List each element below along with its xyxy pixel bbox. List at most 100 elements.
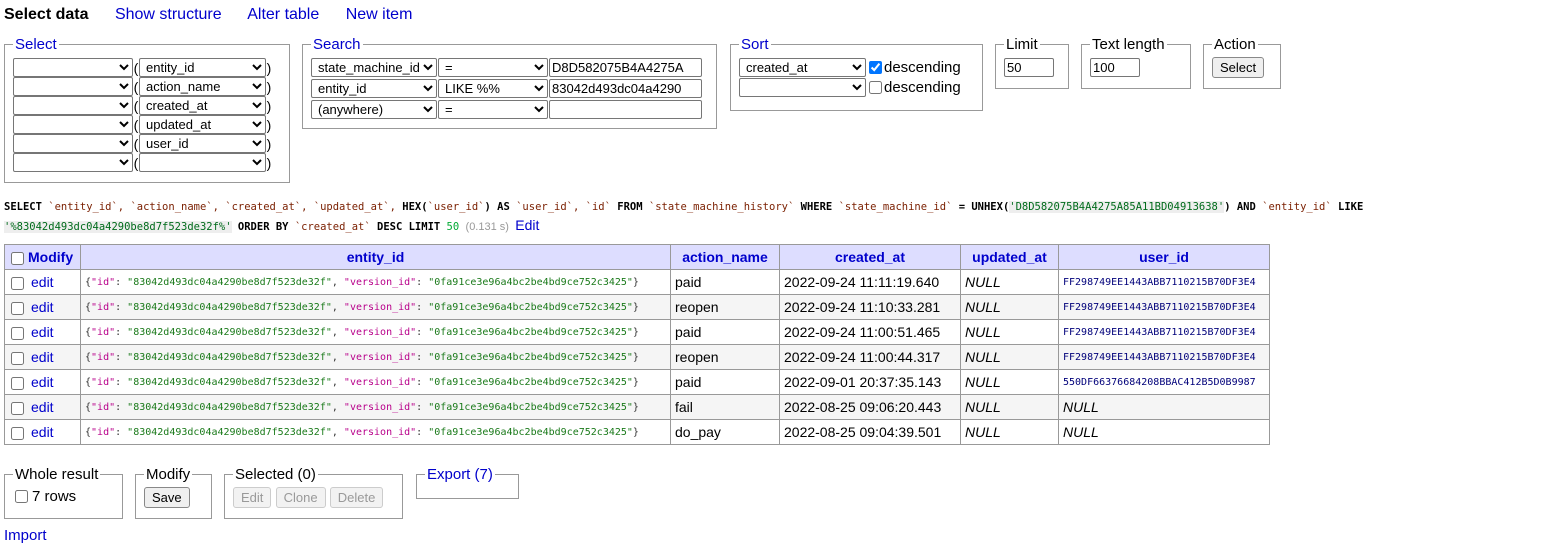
select-row: (entity_id): [13, 58, 281, 77]
sort-column[interactable]: created_at: [739, 58, 866, 77]
row-checkbox[interactable]: [11, 301, 24, 315]
json-punct: :: [416, 426, 429, 438]
clone-selected-button: Clone: [275, 487, 326, 508]
search-value-input[interactable]: [549, 79, 702, 98]
select-column[interactable]: user_id: [139, 134, 266, 153]
menu-new-item[interactable]: New item: [346, 6, 413, 23]
row-edit-link[interactable]: edit: [31, 324, 54, 340]
search-row: (anywhere) =: [311, 100, 708, 119]
json-punct: :: [416, 276, 429, 288]
sql-part: 'D8D582075B4A4275A85A11BD04913638': [1009, 201, 1225, 213]
row-edit-link[interactable]: edit: [31, 299, 54, 315]
select-column[interactable]: [139, 153, 266, 172]
search-operator[interactable]: =: [438, 100, 548, 119]
sql-part: ) AND: [1224, 201, 1256, 213]
close-paren: ): [266, 97, 272, 114]
json-punct: }: [632, 301, 639, 313]
json-key: "id": [91, 351, 116, 363]
row-checkbox[interactable]: [11, 401, 24, 415]
header-entity-id[interactable]: entity_id: [80, 244, 671, 270]
close-paren: ): [266, 135, 272, 152]
row-checkbox[interactable]: [11, 351, 24, 365]
select-column[interactable]: entity_id: [139, 58, 266, 77]
menu-show-structure[interactable]: Show structure: [115, 6, 222, 23]
header-created-at[interactable]: created_at: [779, 244, 961, 270]
sql-part: `state_machine_id`: [838, 201, 953, 213]
created-at-cell: 2022-08-25 09:06:20.443: [779, 394, 961, 420]
menu-alter-table[interactable]: Alter table: [247, 6, 319, 23]
entity-id-cell: {"id": "83042d493dc04a4290be8d7f523de32f…: [80, 394, 671, 420]
row-edit-link[interactable]: edit: [31, 374, 54, 390]
close-paren: ): [266, 154, 272, 171]
header-action-name[interactable]: action_name: [670, 244, 780, 270]
search-legend[interactable]: Search: [311, 37, 363, 52]
select-button[interactable]: Select: [1212, 57, 1265, 78]
json-punct: :: [115, 426, 128, 438]
table-header-row: Modify entity_id action_name created_at …: [4, 244, 1270, 270]
header-updated-at[interactable]: updated_at: [960, 244, 1059, 270]
select-function[interactable]: [13, 115, 133, 134]
created-at-cell: 2022-09-24 11:10:33.281: [779, 294, 961, 320]
select-function[interactable]: [13, 58, 133, 77]
row-checkbox[interactable]: [11, 426, 24, 440]
selected-fieldset: Selected (0) Edit Clone Delete: [224, 467, 403, 519]
json-key: "id": [91, 326, 116, 338]
import-link[interactable]: Import: [4, 527, 47, 544]
json-punct: }: [632, 351, 639, 363]
header-user-id[interactable]: user_id: [1058, 244, 1270, 270]
json-key: "id": [91, 401, 116, 413]
json-key: "id": [91, 301, 116, 313]
export-legend[interactable]: Export (7): [425, 467, 495, 482]
menu-select-data: Select data: [4, 6, 89, 23]
search-operator[interactable]: LIKE %%: [438, 79, 548, 98]
row-checkbox[interactable]: [11, 276, 24, 290]
search-value-input[interactable]: [549, 100, 702, 119]
select-column[interactable]: action_name: [139, 77, 266, 96]
select-function[interactable]: [13, 96, 133, 115]
select-function[interactable]: [13, 153, 133, 172]
json-key: "version_id": [343, 351, 417, 363]
row-edit-link[interactable]: edit: [31, 349, 54, 365]
updated-at-cell: NULL: [960, 319, 1059, 345]
row-edit-link[interactable]: edit: [31, 274, 54, 290]
search-column[interactable]: entity_id: [311, 79, 437, 98]
sql-part: LIKE: [1338, 201, 1364, 213]
limit-input[interactable]: [1004, 58, 1054, 77]
select-function[interactable]: [13, 77, 133, 96]
row-edit-link[interactable]: edit: [31, 399, 54, 415]
search-column[interactable]: (anywhere): [311, 100, 437, 119]
all-rows-label[interactable]: 7 rows: [13, 488, 114, 505]
json-punct: ,: [331, 276, 344, 288]
row-checkbox[interactable]: [11, 326, 24, 340]
export-fieldset: Export (7): [416, 467, 519, 499]
row-edit-link[interactable]: edit: [31, 424, 54, 440]
search-column[interactable]: state_machine_id: [311, 58, 437, 77]
check-all-checkbox[interactable]: [11, 251, 24, 265]
sort-descending-checkbox[interactable]: [869, 61, 882, 74]
select-function[interactable]: [13, 134, 133, 153]
sort-descending-checkbox[interactable]: [869, 81, 882, 94]
text-length-input[interactable]: [1090, 58, 1140, 77]
sort-column[interactable]: [739, 78, 866, 97]
header-modify-label[interactable]: Modify: [28, 249, 73, 265]
json-value: "83042d493dc04a4290be8d7f523de32f": [127, 301, 332, 313]
search-value-input[interactable]: [549, 58, 702, 77]
json-value: "0fa91ce3e96a4bc2be4bd9ce752c3425": [428, 326, 633, 338]
entity-id-cell: {"id": "83042d493dc04a4290be8d7f523de32f…: [80, 344, 671, 370]
json-key: "version_id": [343, 301, 417, 313]
json-value: "83042d493dc04a4290be8d7f523de32f": [127, 426, 332, 438]
select-column[interactable]: created_at: [139, 96, 266, 115]
json-punct: :: [115, 276, 128, 288]
save-button[interactable]: Save: [144, 487, 190, 508]
search-operator[interactable]: =: [438, 58, 548, 77]
sort-legend[interactable]: Sort: [739, 37, 771, 52]
row-checkbox[interactable]: [11, 376, 24, 390]
select-column[interactable]: updated_at: [139, 115, 266, 134]
sql-part: ) AS: [484, 201, 510, 213]
updated-at-cell: NULL: [960, 269, 1059, 295]
updated-at-cell: NULL: [960, 294, 1059, 320]
select-legend[interactable]: Select: [13, 37, 59, 52]
user-id-cell: FF298749EE1443ABB7110215B70DF3E4: [1058, 319, 1270, 345]
edit-query-link[interactable]: Edit: [515, 217, 539, 233]
all-rows-checkbox[interactable]: [15, 490, 28, 503]
